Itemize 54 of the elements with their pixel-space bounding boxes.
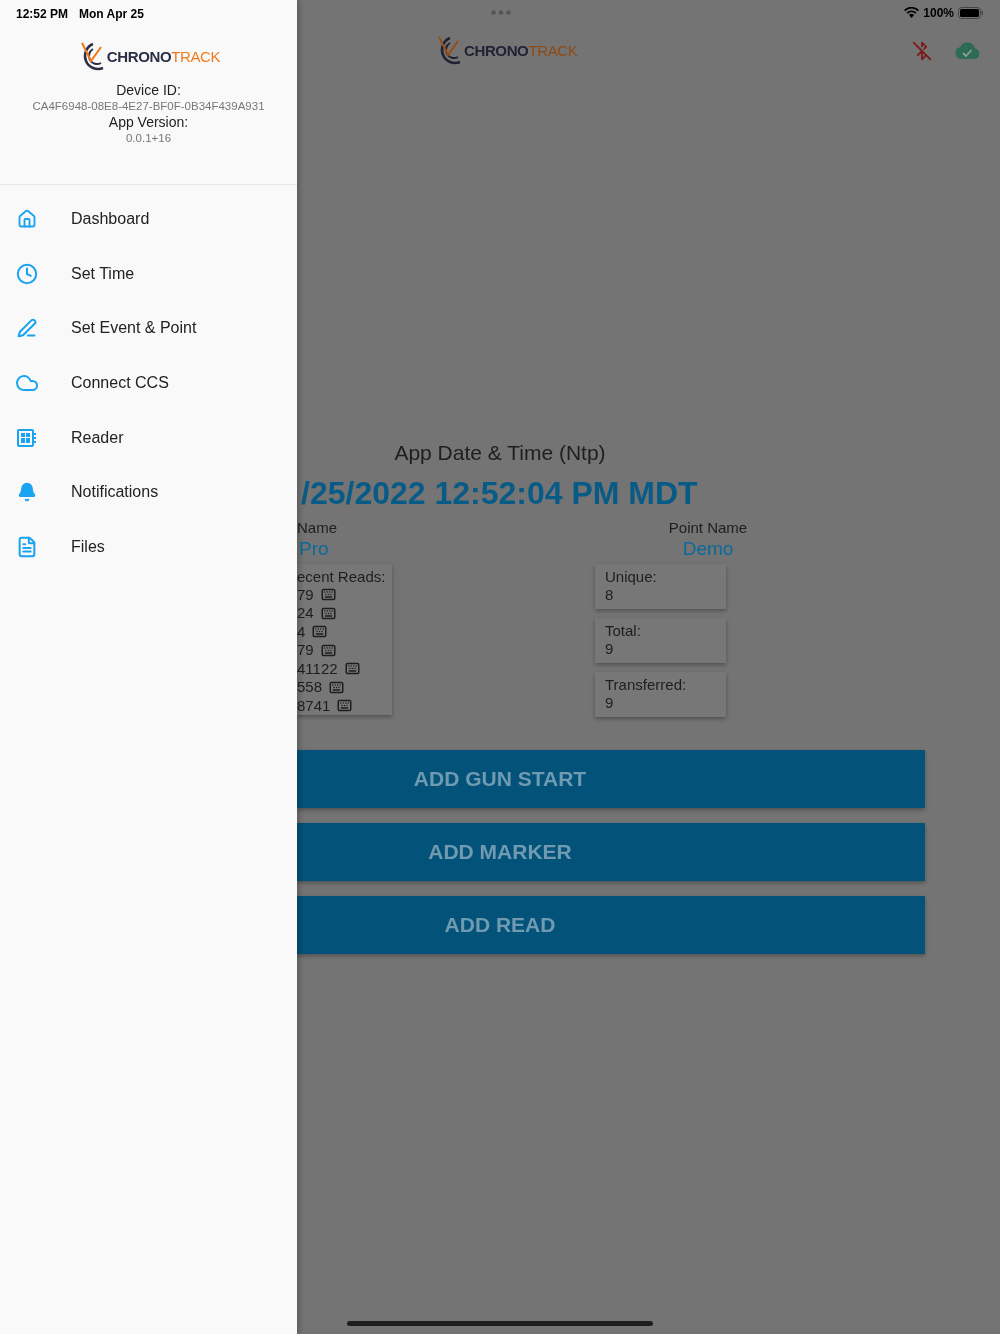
stat-value: 9 xyxy=(605,639,615,658)
pen-icon xyxy=(17,318,37,339)
menu-item[interactable]: Reader xyxy=(0,410,297,465)
stat-label: Transferred: xyxy=(605,674,688,694)
keyboard-icon xyxy=(312,624,328,640)
date-time: /25/2022 12:52:04 PM MDT xyxy=(300,474,699,511)
stat-label: Total: xyxy=(605,620,642,640)
menu-item[interactable]: Set Time xyxy=(0,246,297,302)
keyboard-icon xyxy=(320,642,336,658)
stat-label: Unique: xyxy=(605,566,658,586)
battery-percent: 100% xyxy=(923,4,954,22)
event-label: Name xyxy=(297,518,338,537)
stat-value: 8 xyxy=(605,585,615,604)
battery-icon xyxy=(958,6,984,19)
menu-item[interactable]: Dashboard xyxy=(0,192,297,247)
status-time: 12:52 PM xyxy=(16,6,69,23)
clock-icon xyxy=(16,262,38,285)
keyboard-icon xyxy=(320,605,336,621)
menu-item[interactable]: Set Event & Point xyxy=(0,301,297,356)
recent-reads-title: ecent Reads: xyxy=(297,567,387,586)
bell-icon xyxy=(17,482,37,503)
read-number: 4 xyxy=(297,621,306,642)
more-icon xyxy=(491,10,511,15)
device-id: CA4F6948-08E8-4E27-BF0F-0B34F439A931 xyxy=(32,99,265,114)
date-title: App Date & Time (Ntp) xyxy=(394,440,606,466)
read-number: 558 xyxy=(297,677,323,697)
status-date: Mon Apr 25 xyxy=(79,6,144,23)
logo-wordmark: CHRONOTRACK xyxy=(464,40,578,61)
read-number: 79 xyxy=(297,640,314,660)
bluetooth-off-icon[interactable] xyxy=(912,41,932,61)
read-number: 79 xyxy=(297,584,314,605)
file-icon xyxy=(16,535,38,558)
point-name: Demo xyxy=(682,536,734,561)
menu-item[interactable]: Files xyxy=(0,519,297,575)
menu-item[interactable]: Notifications xyxy=(0,464,297,520)
wifi-icon xyxy=(904,7,920,18)
point-label: Point Name xyxy=(668,518,748,537)
stat-value: 9 xyxy=(605,693,615,712)
menu-item[interactable]: Connect CCS xyxy=(0,355,297,411)
app-version-label: App Version: xyxy=(108,114,189,131)
cloud-check-icon[interactable] xyxy=(954,42,980,60)
read-number: 24 xyxy=(297,603,314,623)
keyboard-icon xyxy=(329,679,345,695)
keyboard-icon xyxy=(337,698,353,714)
chip-icon xyxy=(16,427,38,448)
logo-wordmark: CHRONOTRACK xyxy=(106,46,221,67)
device-id-label: Device ID: xyxy=(116,82,181,99)
app-version: 0.0.1+16 xyxy=(125,131,172,146)
read-number: 8741 xyxy=(297,695,331,715)
read-number: 41122 xyxy=(297,658,338,679)
keyboard-icon xyxy=(320,587,336,603)
event-name: Pro xyxy=(298,536,330,561)
home-icon xyxy=(17,209,37,230)
keyboard-icon xyxy=(344,661,360,677)
